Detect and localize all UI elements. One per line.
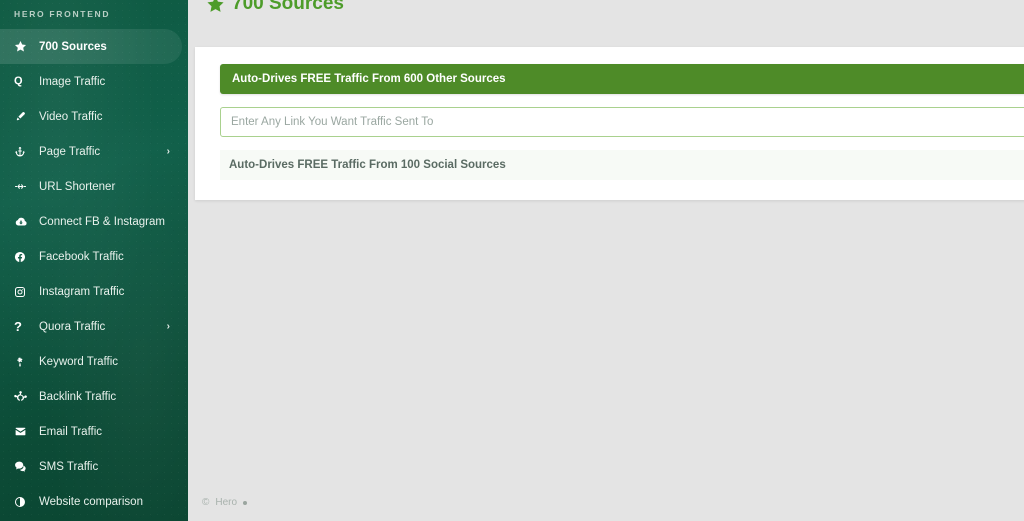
instagram-icon: [14, 286, 36, 298]
page-title-text: 700 Sources: [232, 0, 344, 14]
promo-banner-600-sources: Auto-Drives FREE Traffic From 600 Other …: [220, 64, 1024, 94]
footer: © Hero: [202, 497, 248, 508]
sidebar-item-label: Instagram Traffic: [39, 285, 125, 298]
half-circle-icon: [14, 496, 36, 508]
network-nodes-icon: [14, 390, 36, 403]
chevron-right-icon[interactable]: ›: [167, 146, 170, 157]
sidebar-item-url-shortener[interactable]: URL Shortener: [0, 169, 188, 204]
star-icon: [14, 40, 36, 53]
envelope-icon: [14, 425, 36, 438]
letter-q-icon: Q: [14, 75, 23, 87]
sidebar-item-700-sources[interactable]: 700 Sources: [0, 29, 182, 64]
sidebar-item-label: URL Shortener: [39, 180, 116, 193]
sidebar-item-website-comparison[interactable]: Website comparison: [0, 484, 188, 519]
chat-bubbles-icon: [14, 460, 36, 473]
sidebar-item-image-traffic[interactable]: Q Image Traffic: [0, 64, 188, 99]
chevron-right-icon[interactable]: ›: [167, 321, 170, 332]
sidebar-item-label: Keyword Traffic: [39, 355, 119, 368]
page-title: 700 Sources: [188, 0, 1024, 17]
sidebar-item-label: Quora Traffic: [39, 320, 106, 333]
sidebar-nav: 700 Sources Q Image Traffic Video Traffi…: [0, 29, 188, 519]
sidebar-item-label: Website comparison: [39, 495, 143, 508]
sidebar-item-facebook-traffic[interactable]: Facebook Traffic: [0, 239, 188, 274]
sidebar: HERO FRONTEND 700 Sources Q Image Traffi…: [0, 0, 188, 521]
footer-dot-icon: [243, 500, 248, 505]
link-shorten-icon: [14, 180, 36, 193]
paintbrush-icon: [14, 111, 36, 123]
sidebar-item-keyword-traffic[interactable]: Keyword Traffic: [0, 344, 188, 379]
sidebar-item-backlink-traffic[interactable]: Backlink Traffic: [0, 379, 188, 414]
copyright-icon: ©: [202, 497, 210, 508]
sidebar-item-page-traffic[interactable]: Page Traffic ›: [0, 134, 188, 169]
sidebar-item-label: 700 Sources: [39, 40, 107, 53]
sidebar-item-label: Backlink Traffic: [39, 390, 117, 403]
sidebar-item-sms-traffic[interactable]: SMS Traffic: [0, 449, 188, 484]
sidebar-item-label: Facebook Traffic: [39, 250, 124, 263]
promo-subheading-100-social-sources: Auto-Drives FREE Traffic From 100 Social…: [220, 150, 1024, 180]
app-root: HERO FRONTEND 700 Sources Q Image Traffi…: [0, 0, 1024, 521]
question-mark-icon: ?: [14, 319, 22, 334]
sidebar-item-label: Video Traffic: [39, 110, 103, 123]
sidebar-item-label: Page Traffic: [39, 145, 101, 158]
brand-label: HERO FRONTEND: [14, 9, 111, 19]
sidebar-item-video-traffic[interactable]: Video Traffic: [0, 99, 188, 134]
sidebar-item-connect-fb-instagram[interactable]: Connect FB & Instagram: [0, 204, 188, 239]
sources-card: Auto-Drives FREE Traffic From 600 Other …: [195, 47, 1024, 200]
sidebar-item-label: SMS Traffic: [39, 460, 99, 473]
footer-text: Hero: [215, 497, 238, 508]
sidebar-item-label: Email Traffic: [39, 425, 103, 438]
anchor-icon: [14, 146, 36, 158]
asterisk-icon: [14, 356, 36, 368]
sidebar-item-label: Connect FB & Instagram: [39, 215, 165, 228]
link-input[interactable]: [220, 107, 1024, 137]
sidebar-item-instagram-traffic[interactable]: Instagram Traffic: [0, 274, 188, 309]
main-content: 700 Sources Auto-Drives FREE Traffic Fro…: [188, 0, 1024, 521]
sidebar-item-quora-traffic[interactable]: ? Quora Traffic ›: [0, 309, 188, 344]
sidebar-item-label: Image Traffic: [39, 75, 106, 88]
sidebar-item-email-traffic[interactable]: Email Traffic: [0, 414, 188, 449]
facebook-icon: [14, 251, 36, 263]
cloud-icon: [14, 215, 36, 229]
star-icon: [206, 0, 225, 14]
